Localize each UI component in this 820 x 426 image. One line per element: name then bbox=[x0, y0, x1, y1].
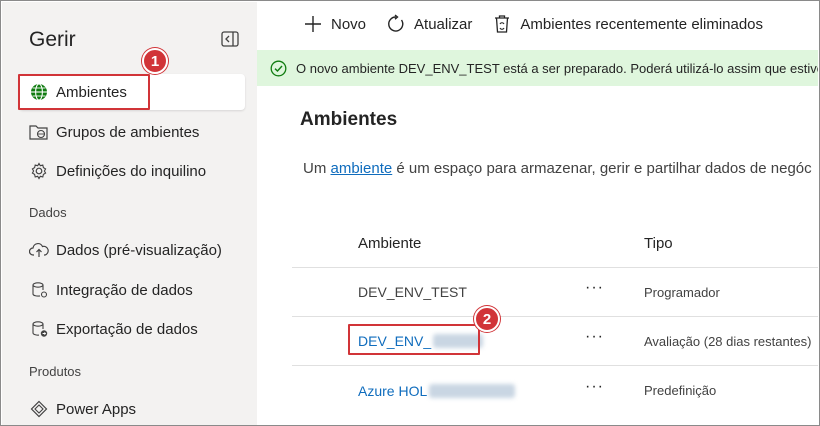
environment-name-cell: Azure HOL bbox=[358, 366, 516, 415]
app-window: Gerir Ambientes Grupos de ambientes Defi… bbox=[0, 0, 820, 426]
data-integration-icon bbox=[28, 279, 50, 301]
sidebar-item-label: Definições do inquilino bbox=[56, 162, 207, 180]
sidebar-item-definicoes[interactable]: Definições do inquilino bbox=[19, 153, 245, 189]
step-badge-1: 1 bbox=[142, 48, 168, 74]
environments-table: Ambiente Tipo DEV_ENV_TEST ··· Programad… bbox=[292, 219, 818, 415]
new-button[interactable]: Novo bbox=[303, 14, 366, 34]
banner-text: O novo ambiente DEV_ENV_TEST está a ser … bbox=[296, 60, 818, 76]
sidebar: Gerir Ambientes Grupos de ambientes Defi… bbox=[2, 2, 257, 425]
sidebar-item-power-apps[interactable]: Power Apps bbox=[19, 391, 245, 425]
cloud-upload-icon bbox=[28, 239, 50, 261]
environment-type: Programador bbox=[644, 284, 720, 300]
sidebar-item-label: Exportação de dados bbox=[56, 320, 198, 338]
checkmark-circle-icon bbox=[270, 59, 287, 77]
highlight-box-dev-env bbox=[348, 324, 480, 355]
ambiente-help-link[interactable]: ambiente bbox=[331, 160, 393, 177]
success-message-bar: O novo ambiente DEV_ENV_TEST está a ser … bbox=[257, 50, 818, 86]
recycle-bin-icon bbox=[492, 14, 512, 34]
sidebar-item-dados-preview[interactable]: Dados (pré-visualização) bbox=[19, 232, 245, 268]
table-row[interactable]: Azure HOL ··· Predefinição bbox=[292, 366, 818, 415]
sidebar-item-integracao[interactable]: Integração de dados bbox=[19, 272, 245, 308]
page-description: Um ambiente é um espaço para armazenar, … bbox=[303, 160, 812, 177]
more-actions-button[interactable]: ··· bbox=[585, 313, 604, 361]
column-header-tipo[interactable]: Tipo bbox=[644, 219, 673, 267]
sidebar-item-label: Grupos de ambientes bbox=[56, 123, 200, 141]
environment-group-icon bbox=[28, 121, 50, 143]
data-export-icon bbox=[28, 318, 50, 340]
environment-name: DEV_ENV_TEST bbox=[358, 284, 467, 300]
environment-type: Predefinição bbox=[644, 383, 717, 398]
sidebar-item-label: Dados (pré-visualização) bbox=[56, 241, 222, 259]
sidebar-item-label: Power Apps bbox=[56, 400, 137, 418]
table-row[interactable]: DEV_ENV_TEST ··· Programador bbox=[292, 268, 818, 317]
recently-deleted-button[interactable]: Ambientes recentemente eliminados bbox=[492, 14, 763, 34]
section-label-produtos: Produtos bbox=[29, 364, 82, 379]
collapse-sidebar-icon[interactable] bbox=[221, 31, 239, 47]
power-apps-icon bbox=[28, 398, 50, 420]
more-actions-button[interactable]: ··· bbox=[585, 264, 604, 312]
column-header-ambiente[interactable]: Ambiente bbox=[358, 219, 421, 267]
environment-name-link[interactable]: Azure HOL bbox=[358, 383, 427, 399]
refresh-button[interactable]: Atualizar bbox=[386, 14, 472, 34]
plus-icon bbox=[303, 14, 323, 34]
command-bar: Novo Atualizar Ambientes recentemente el… bbox=[257, 2, 818, 46]
section-label-dados: Dados bbox=[29, 205, 67, 220]
sidebar-item-label: Integração de dados bbox=[56, 281, 193, 299]
table-header-row: Ambiente Tipo bbox=[292, 219, 818, 268]
new-button-label: Novo bbox=[331, 15, 367, 33]
refresh-button-label: Atualizar bbox=[414, 15, 473, 33]
gear-icon bbox=[28, 160, 50, 182]
sidebar-item-grupos[interactable]: Grupos de ambientes bbox=[19, 114, 245, 150]
more-actions-button[interactable]: ··· bbox=[585, 362, 604, 411]
page-title: Ambientes bbox=[300, 109, 398, 130]
sidebar-item-exportacao[interactable]: Exportação de dados bbox=[19, 311, 245, 347]
step-badge-2: 2 bbox=[474, 306, 500, 332]
environment-type: Avaliação (28 dias restantes) bbox=[644, 333, 812, 349]
highlight-box-ambientes bbox=[18, 74, 150, 110]
recently-deleted-label: Ambientes recentemente eliminados bbox=[520, 15, 764, 33]
refresh-icon bbox=[386, 14, 406, 34]
description-prefix: Um bbox=[303, 160, 331, 177]
redacted-text bbox=[429, 383, 516, 398]
sidebar-title: Gerir bbox=[29, 28, 76, 51]
description-suffix: é um espaço para armazenar, gerir e part… bbox=[392, 160, 812, 177]
